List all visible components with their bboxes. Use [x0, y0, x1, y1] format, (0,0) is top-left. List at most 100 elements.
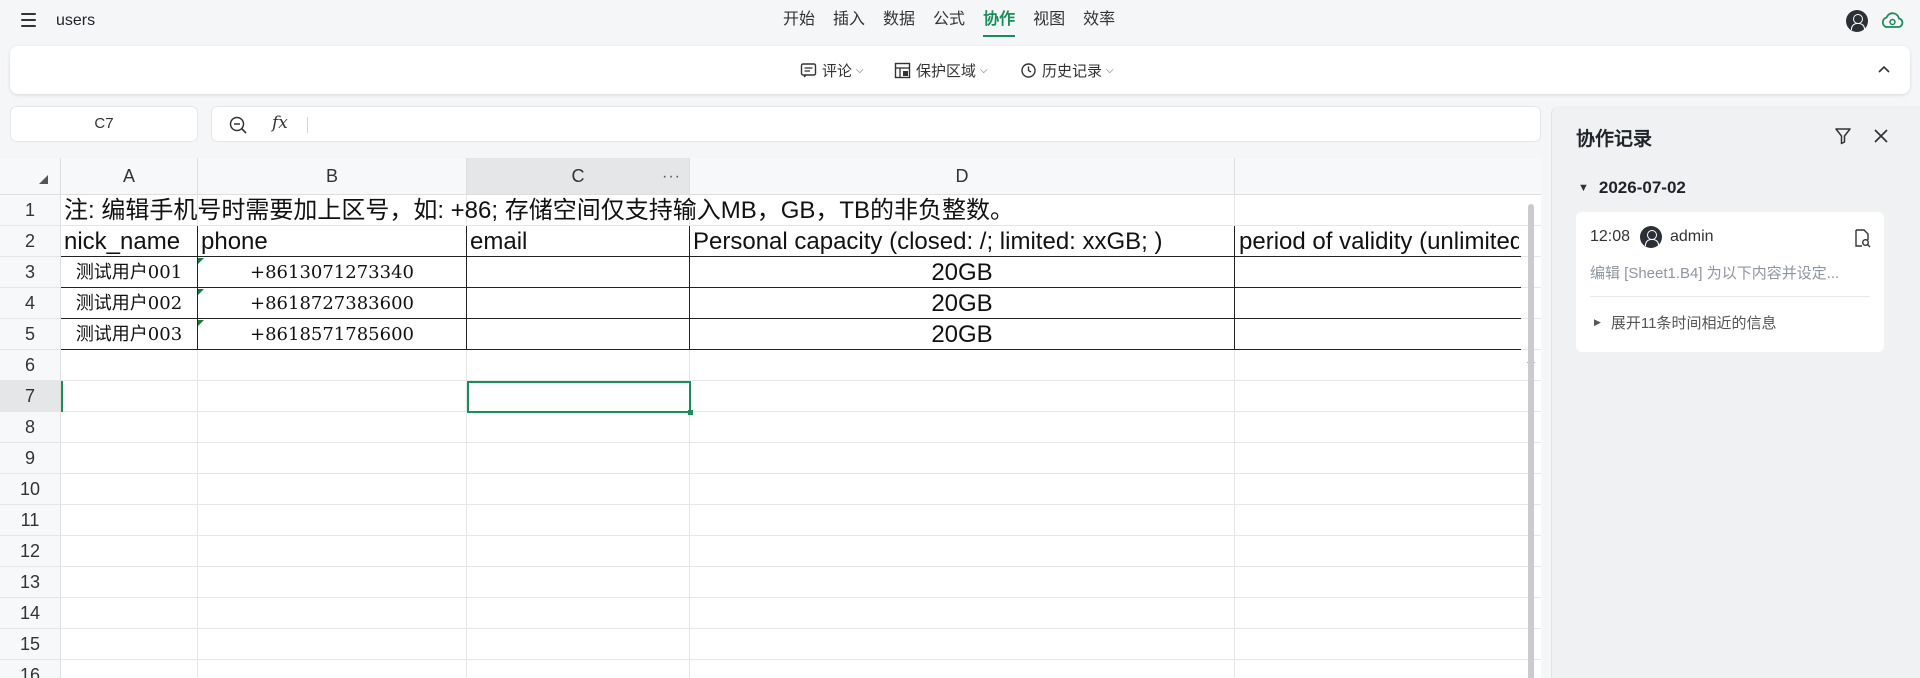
history-entry-card: 12:08 admin 编辑 [Sheet1.B4] 为以下内容并设定... ▶… — [1576, 212, 1884, 352]
entry-description[interactable]: 编辑 [Sheet1.B4] 为以下内容并设定... — [1590, 262, 1875, 283]
user-avatar-icon[interactable] — [1846, 10, 1868, 32]
collaboration-panel: 协作记录 ▼ 2026-07-02 12:08 admin 编辑 [Sheet1… — [1551, 106, 1920, 678]
cell-marker-icon — [198, 289, 204, 295]
gridline — [61, 597, 1541, 598]
spreadsheet-grid[interactable]: A B C ··· D 1 2 3 4 5 6 7 8 9 10 11 12 13 14 15 16 注: 编… — [0, 158, 1541, 678]
row-header[interactable]: 11 — [0, 505, 61, 536]
cell-nick-name[interactable]: 测试用户003 — [61, 319, 197, 350]
expand-label: 展开11条时间相近的信息 — [1610, 315, 1777, 332]
row-header[interactable]: 16 — [0, 660, 61, 678]
table-border — [689, 226, 690, 350]
column-header-a[interactable]: A — [61, 158, 198, 195]
table-border — [61, 349, 1521, 350]
document-title[interactable]: users — [56, 12, 95, 30]
tab-data[interactable]: 数据 — [874, 0, 924, 42]
tab-collaborate[interactable]: 协作 — [974, 0, 1024, 42]
gridline — [61, 566, 1541, 567]
cell-d2-header[interactable]: Personal capacity (closed: /; limited: x… — [693, 226, 1231, 257]
cell-email[interactable] — [467, 288, 689, 319]
table-border — [61, 318, 1521, 319]
cell-phone[interactable]: +8618571785600 — [198, 319, 466, 350]
row-header[interactable]: 5 — [0, 319, 61, 350]
tab-insert[interactable]: 插入 — [824, 0, 874, 42]
column-header-e[interactable] — [1235, 158, 1541, 195]
select-all-corner[interactable] — [0, 158, 61, 195]
date-group-toggle[interactable]: ▼ 2026-07-02 — [1578, 178, 1686, 198]
chevron-up-icon[interactable] — [1874, 60, 1894, 80]
divider — [1590, 296, 1870, 297]
column-header-d[interactable]: D — [690, 158, 1235, 195]
entry-user: admin — [1670, 228, 1714, 245]
row-header[interactable]: 4 — [0, 288, 61, 319]
panel-title: 协作记录 — [1576, 129, 1653, 150]
cell-e2-header[interactable]: period of validity (unlimited — [1239, 226, 1519, 257]
row-header[interactable]: 7 — [0, 381, 61, 412]
protect-range-button[interactable]: 保护区域 ⌵ — [894, 59, 988, 81]
comment-icon — [800, 62, 817, 77]
cell-phone[interactable]: +8618727383600 — [198, 288, 466, 319]
formula-bar[interactable]: fx — [211, 106, 1541, 142]
protect-range-icon — [894, 62, 911, 78]
cell-phone[interactable]: +8613071273340 — [198, 257, 466, 288]
comment-button[interactable]: 评论 ⌵ — [800, 59, 864, 81]
gridline — [61, 442, 1541, 443]
protect-range-label: 保护区域 — [916, 62, 977, 80]
history-label: 历史记录 — [1042, 62, 1103, 80]
function-button[interactable]: fx — [272, 113, 288, 133]
row-header[interactable]: 13 — [0, 567, 61, 598]
cell-a2-header[interactable]: nick_name — [64, 226, 196, 257]
cell-reference-box[interactable]: C7 — [10, 106, 198, 142]
row-header[interactable]: 10 — [0, 474, 61, 505]
selected-cell-c7[interactable] — [467, 381, 693, 415]
tab-formula[interactable]: 公式 — [924, 0, 974, 42]
cell-b2-header[interactable]: phone — [201, 226, 463, 257]
table-border — [1234, 226, 1235, 350]
tab-view[interactable]: 视图 — [1024, 0, 1074, 42]
row-header[interactable]: 1 — [0, 195, 61, 226]
row-header[interactable]: 2 — [0, 226, 61, 257]
hamburger-menu-icon[interactable] — [18, 9, 40, 31]
column-header-c-label: C — [571, 166, 585, 186]
row-header[interactable]: 6 — [0, 350, 61, 381]
close-icon[interactable] — [1871, 126, 1891, 146]
row-header[interactable]: 3 — [0, 257, 61, 288]
gridline — [61, 504, 1541, 505]
gridline — [61, 380, 1541, 381]
cell-capacity[interactable]: 20GB — [690, 257, 1234, 288]
cell-capacity[interactable]: 20GB — [690, 319, 1234, 350]
gridline — [61, 659, 1541, 660]
row-header[interactable]: 14 — [0, 598, 61, 629]
cell-c2-header[interactable]: email — [470, 226, 686, 257]
active-row-marker — [61, 381, 63, 412]
history-button[interactable]: 历史记录 ⌵ — [1020, 59, 1114, 81]
more-options-icon[interactable]: ··· — [662, 158, 681, 195]
row-header[interactable]: 12 — [0, 536, 61, 567]
filter-icon[interactable] — [1833, 126, 1853, 146]
cell-a1-note[interactable]: 注: 编辑手机号时需要加上区号，如: +86; 存储空间仅支持输入MB，GB，T… — [64, 195, 1014, 226]
locate-cell-icon[interactable] — [1852, 228, 1872, 248]
column-header-b[interactable]: B — [198, 158, 467, 195]
row-header[interactable]: 9 — [0, 443, 61, 474]
cloud-sync-icon[interactable] — [1880, 10, 1904, 32]
cell-nick-name[interactable]: 测试用户002 — [61, 288, 197, 319]
cell-email[interactable] — [467, 319, 689, 350]
cell-marker-icon — [198, 258, 204, 264]
column-header-c[interactable]: C ··· — [467, 158, 690, 195]
cell-capacity[interactable]: 20GB — [690, 288, 1234, 319]
row-header[interactable]: 8 — [0, 412, 61, 443]
vertical-scrollbar[interactable] — [1528, 204, 1534, 678]
chevron-down-icon: ⌵ — [980, 64, 988, 76]
cell-nick-name[interactable]: 测试用户001 — [61, 257, 197, 288]
tab-efficiency[interactable]: 效率 — [1074, 0, 1124, 42]
avatar — [1640, 226, 1662, 248]
chevron-down-icon: ⌵ — [1106, 64, 1114, 76]
expand-related-button[interactable]: ▶ 展开11条时间相近的信息 — [1594, 312, 1777, 333]
history-clock-icon — [1021, 62, 1036, 78]
row-header[interactable]: 15 — [0, 629, 61, 660]
tab-start[interactable]: 开始 — [774, 0, 824, 42]
zoom-out-icon[interactable] — [228, 115, 248, 135]
table-border — [61, 256, 1521, 257]
menu-tabs: 开始 插入 数据 公式 协作 视图 效率 — [774, 0, 1124, 42]
cell-email[interactable] — [467, 257, 689, 288]
cell-marker-icon — [198, 320, 204, 326]
